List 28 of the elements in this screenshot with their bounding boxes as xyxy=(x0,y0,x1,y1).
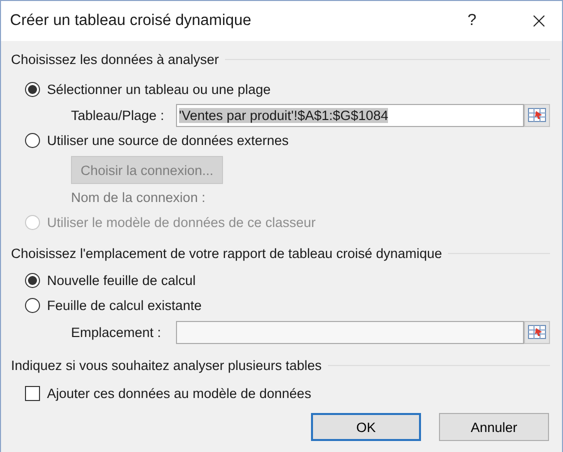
radio-button[interactable] xyxy=(25,82,40,97)
radio-label: Feuille de calcul existante xyxy=(47,298,202,313)
connection-name-label: Nom de la connexion : xyxy=(71,190,206,204)
radio-label: Nouvelle feuille de calcul xyxy=(47,273,196,288)
ok-button[interactable]: OK xyxy=(311,413,421,441)
field-value: 'Ventes par produit'!$A$1:$G$1084 xyxy=(179,108,388,122)
section-heading: Indiquez si vous souhaitez analyser plusieurs tables xyxy=(11,358,322,372)
section-heading: Choisissez les données à analyser xyxy=(11,52,219,66)
range-picker-icon xyxy=(528,108,546,122)
radio-button[interactable] xyxy=(25,133,40,148)
range-field[interactable]: 'Ventes par produit'!$A$1:$G$1084 xyxy=(176,104,524,126)
checkbox[interactable] xyxy=(25,386,40,400)
checkbox-label: Ajouter ces données au modèle de données xyxy=(47,386,312,400)
radio-label: Utiliser une source de données externes xyxy=(47,133,289,148)
range-field[interactable] xyxy=(176,320,524,344)
radio-button[interactable] xyxy=(25,273,40,288)
range-picker-icon xyxy=(528,325,546,339)
field-label: Emplacement : xyxy=(71,324,162,340)
window-title: Créer un tableau croisé dynamique xyxy=(10,12,252,30)
cancel-button[interactable]: Annuler xyxy=(439,413,549,441)
radio-button[interactable] xyxy=(25,298,40,313)
range-picker-button[interactable] xyxy=(524,104,550,126)
field-label: Tableau/Plage : xyxy=(71,108,166,122)
range-picker-button[interactable] xyxy=(524,320,550,344)
help-button[interactable]: ? xyxy=(452,1,492,41)
section-heading: Choisissez l'emplacement de votre rapport de tableau croisé dynamique xyxy=(11,246,442,260)
radio-label: Utiliser le modèle de données de ce classeur xyxy=(47,214,316,230)
radio-label: Sélectionner un tableau ou une plage xyxy=(47,82,271,97)
